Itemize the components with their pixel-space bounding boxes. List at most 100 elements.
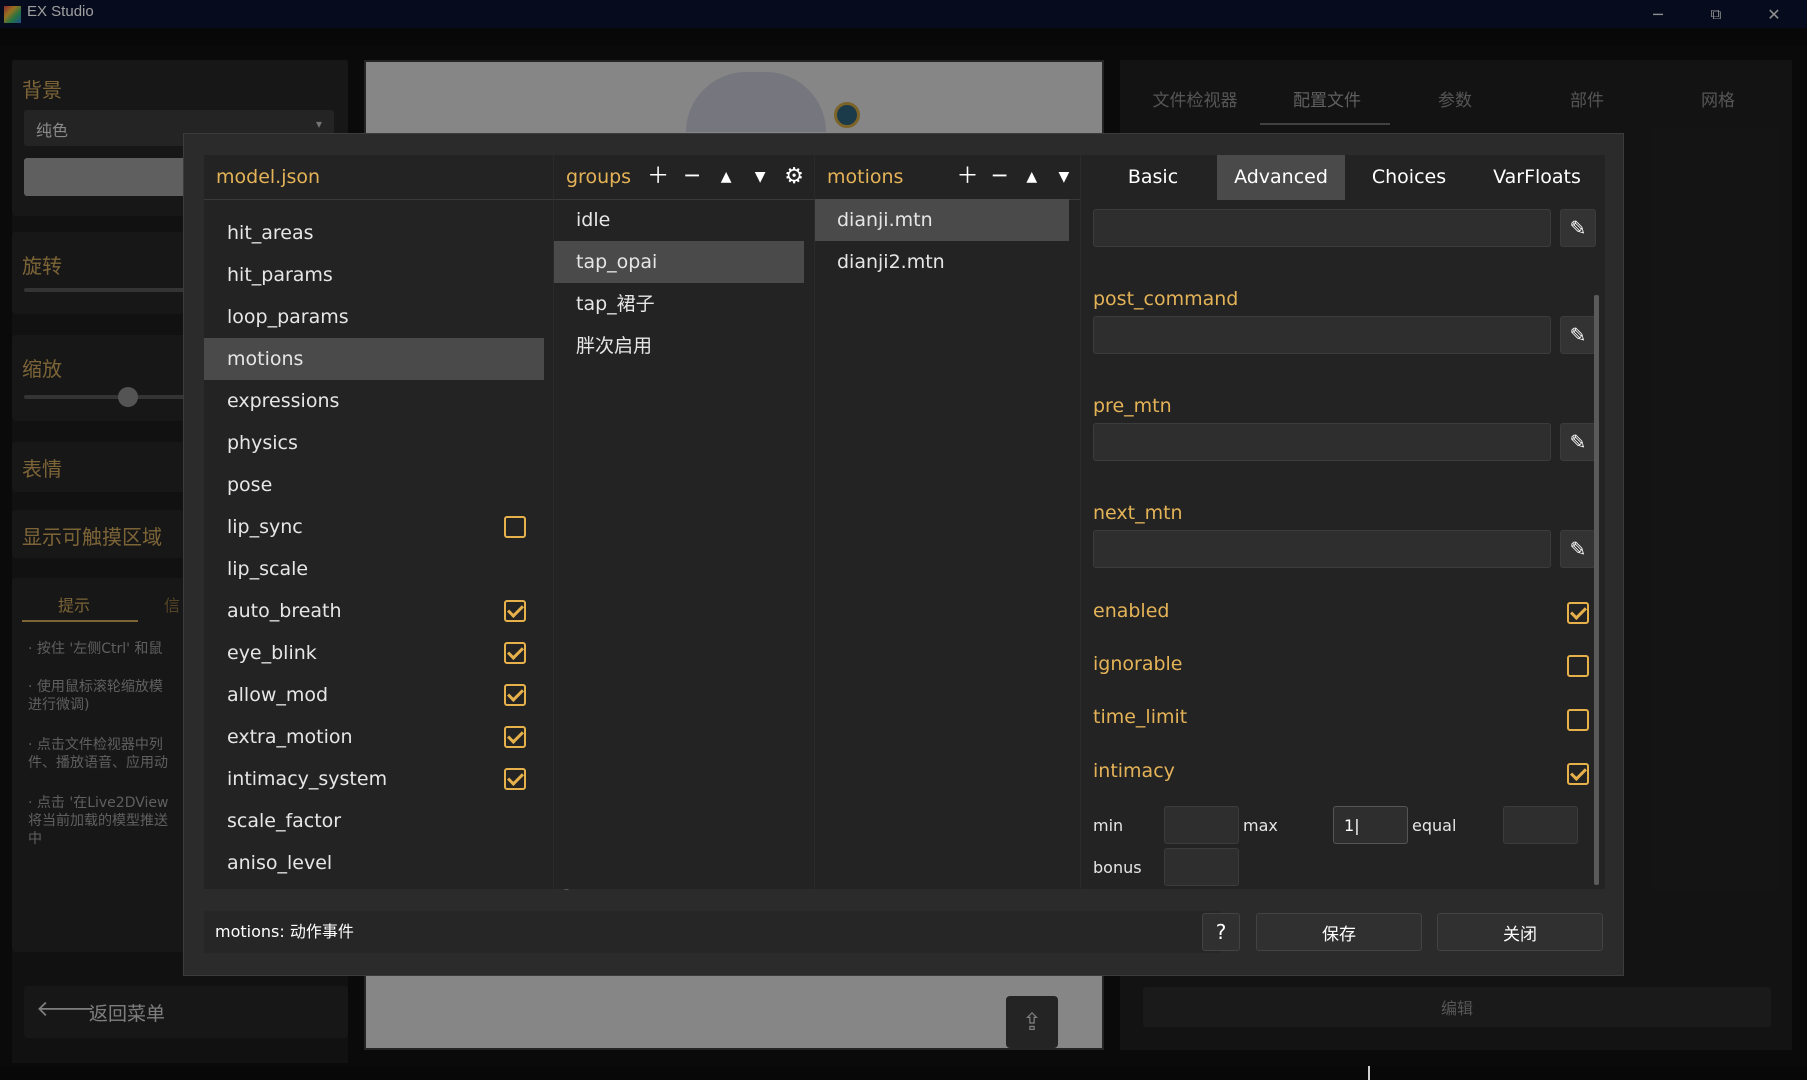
groups-pane: groups ＋ ─ ▲ ▼ ⚙ idle tap_opai tap_裙子 胖次… bbox=[554, 155, 814, 889]
pre-mtn-input[interactable] bbox=[1093, 423, 1551, 461]
tree-item-label: lip_sync bbox=[227, 516, 303, 538]
intimacy-equal-label: equal bbox=[1412, 816, 1457, 835]
enabled-checkbox[interactable] bbox=[1567, 602, 1589, 624]
intimacy-system-checkbox[interactable] bbox=[504, 768, 526, 790]
tree-item-scale-factor[interactable]: scale_factor bbox=[204, 800, 544, 842]
tree-item-extra-motion[interactable]: extra_motion bbox=[204, 716, 544, 758]
tab-choices[interactable]: Choices bbox=[1345, 155, 1473, 200]
post-command-input[interactable] bbox=[1093, 316, 1551, 354]
remove-group-icon[interactable]: ─ bbox=[675, 166, 709, 188]
add-motion-icon[interactable]: ＋ bbox=[951, 166, 983, 188]
intimacy-max-input[interactable]: 1| bbox=[1333, 806, 1408, 844]
tree-item-auto-breath[interactable]: auto_breath bbox=[204, 590, 544, 632]
tree-item-eye-blink[interactable]: eye_blink bbox=[204, 632, 544, 674]
group-item-tap-skirt[interactable]: tap_裙子 bbox=[554, 283, 804, 325]
ignorable-checkbox[interactable] bbox=[1567, 655, 1589, 677]
tree-item-motions[interactable]: motions bbox=[204, 338, 544, 380]
extra-motion-checkbox[interactable] bbox=[504, 726, 526, 748]
save-button[interactable]: 保存 bbox=[1256, 913, 1422, 951]
tab-basic[interactable]: Basic bbox=[1089, 155, 1217, 200]
pencil-icon[interactable]: ✎ bbox=[1560, 530, 1596, 568]
tree-item-hit-params[interactable]: hit_params bbox=[204, 254, 544, 296]
enabled-label: enabled bbox=[1093, 600, 1170, 622]
pencil-icon[interactable]: ✎ bbox=[1560, 209, 1596, 247]
group-item-label: idle bbox=[576, 209, 611, 231]
move-motion-down-icon[interactable]: ▼ bbox=[1048, 166, 1080, 188]
pencil-icon[interactable]: ✎ bbox=[1560, 316, 1596, 354]
post-command-label: post_command bbox=[1093, 288, 1239, 310]
model-json-pane: model.json hit_areas hit_params loop_par… bbox=[204, 155, 569, 890]
pencil-icon[interactable]: ✎ bbox=[1560, 423, 1596, 461]
tree-item-loop-params[interactable]: loop_params bbox=[204, 296, 544, 338]
motion-item-dianji2[interactable]: dianji2.mtn bbox=[815, 241, 1069, 283]
move-motion-up-icon[interactable]: ▲ bbox=[1016, 166, 1048, 188]
time-limit-checkbox[interactable] bbox=[1567, 709, 1589, 731]
auto-breath-checkbox[interactable] bbox=[504, 600, 526, 622]
allow-mod-checkbox[interactable] bbox=[504, 684, 526, 706]
status-bar: motions: 动作事件 bbox=[204, 911, 1220, 953]
tree-item-lip-scale[interactable]: lip_scale bbox=[204, 548, 544, 590]
intimacy-bonus-label: bonus bbox=[1093, 858, 1142, 877]
command-input[interactable] bbox=[1093, 209, 1551, 247]
motion-detail-pane: Basic Advanced Choices VarFloats ✎ post_… bbox=[1081, 155, 1605, 889]
tree-item-label: expressions bbox=[227, 390, 340, 412]
motions-list: dianji.mtn dianji2.mtn bbox=[815, 199, 1069, 283]
group-item-tap-opai[interactable]: tap_opai bbox=[554, 241, 804, 283]
detail-scrollbar[interactable] bbox=[1594, 295, 1599, 885]
tree-item-expressions[interactable]: expressions bbox=[204, 380, 544, 422]
motion-item-dianji[interactable]: dianji.mtn bbox=[815, 199, 1069, 241]
remove-motion-icon[interactable]: ─ bbox=[984, 166, 1016, 188]
tree-item-allow-mod[interactable]: allow_mod bbox=[204, 674, 544, 716]
group-settings-gear-icon[interactable]: ⚙ bbox=[777, 166, 811, 188]
group-item-label: 胖次启用 bbox=[576, 335, 653, 357]
tree-item-intimacy-system[interactable]: intimacy_system bbox=[204, 758, 544, 800]
intimacy-equal-input[interactable] bbox=[1503, 806, 1578, 844]
eye-blink-checkbox[interactable] bbox=[504, 642, 526, 664]
groups-title: groups bbox=[566, 166, 632, 188]
lip-sync-checkbox[interactable] bbox=[504, 516, 526, 538]
intimacy-bonus-input[interactable] bbox=[1164, 848, 1239, 886]
next-mtn-label: next_mtn bbox=[1093, 502, 1183, 524]
pre-mtn-label: pre_mtn bbox=[1093, 395, 1172, 417]
tree-item-aniso-level[interactable]: aniso_level bbox=[204, 842, 544, 884]
tree-item-label: eye_blink bbox=[227, 642, 317, 664]
tree-item-label: aniso_level bbox=[227, 852, 333, 874]
group-item-label: tap_裙子 bbox=[576, 293, 655, 315]
intimacy-max-value: 1 bbox=[1344, 816, 1355, 835]
motions-pane: motions ＋ ─ ▲ ▼ dianji.mtn dianji2.mtn bbox=[815, 155, 1080, 889]
tree-item-label: loop_params bbox=[227, 306, 349, 328]
move-group-up-icon[interactable]: ▲ bbox=[709, 166, 743, 188]
move-group-down-icon[interactable]: ▼ bbox=[743, 166, 777, 188]
next-mtn-input[interactable] bbox=[1093, 530, 1551, 568]
close-button[interactable]: 关闭 bbox=[1437, 913, 1603, 951]
tree-item-label: intimacy_system bbox=[227, 768, 388, 790]
tree-item-label: extra_motion bbox=[227, 726, 353, 748]
model-json-header: model.json bbox=[204, 155, 553, 200]
motions-header: motions ＋ ─ ▲ ▼ bbox=[815, 155, 1080, 200]
tree-item-label: scale_factor bbox=[227, 810, 342, 832]
tree-item-label: hit_areas bbox=[227, 222, 314, 244]
groups-header: groups ＋ ─ ▲ ▼ ⚙ bbox=[554, 155, 814, 200]
tab-advanced[interactable]: Advanced bbox=[1217, 155, 1345, 200]
group-item-pantsu-enable[interactable]: 胖次启用 bbox=[554, 325, 804, 367]
group-item-idle[interactable]: idle bbox=[554, 199, 804, 241]
model-json-title: model.json bbox=[216, 166, 321, 188]
tab-varfloats[interactable]: VarFloats bbox=[1473, 155, 1601, 200]
tree-item-label: auto_breath bbox=[227, 600, 342, 622]
tree-item-hit-areas[interactable]: hit_areas bbox=[204, 212, 544, 254]
intimacy-checkbox[interactable] bbox=[1567, 763, 1589, 785]
motion-item-label: dianji2.mtn bbox=[837, 251, 945, 273]
tree-item-pose[interactable]: pose bbox=[204, 464, 544, 506]
tree-item-lip-sync[interactable]: lip_sync bbox=[204, 506, 544, 548]
model-config-dialog: model.json hit_areas hit_params loop_par… bbox=[183, 133, 1624, 976]
model-json-list: hit_areas hit_params loop_params motions… bbox=[204, 212, 544, 884]
groups-list: idle tap_opai tap_裙子 胖次启用 bbox=[554, 199, 804, 367]
intimacy-max-label: max bbox=[1243, 816, 1278, 835]
tree-item-physics[interactable]: physics bbox=[204, 422, 544, 464]
add-group-icon[interactable]: ＋ bbox=[641, 166, 675, 188]
tree-item-label: physics bbox=[227, 432, 298, 454]
help-button[interactable]: ? bbox=[1202, 913, 1240, 951]
time-limit-label: time_limit bbox=[1093, 706, 1188, 728]
intimacy-min-input[interactable] bbox=[1164, 806, 1239, 844]
intimacy-min-label: min bbox=[1093, 816, 1124, 835]
